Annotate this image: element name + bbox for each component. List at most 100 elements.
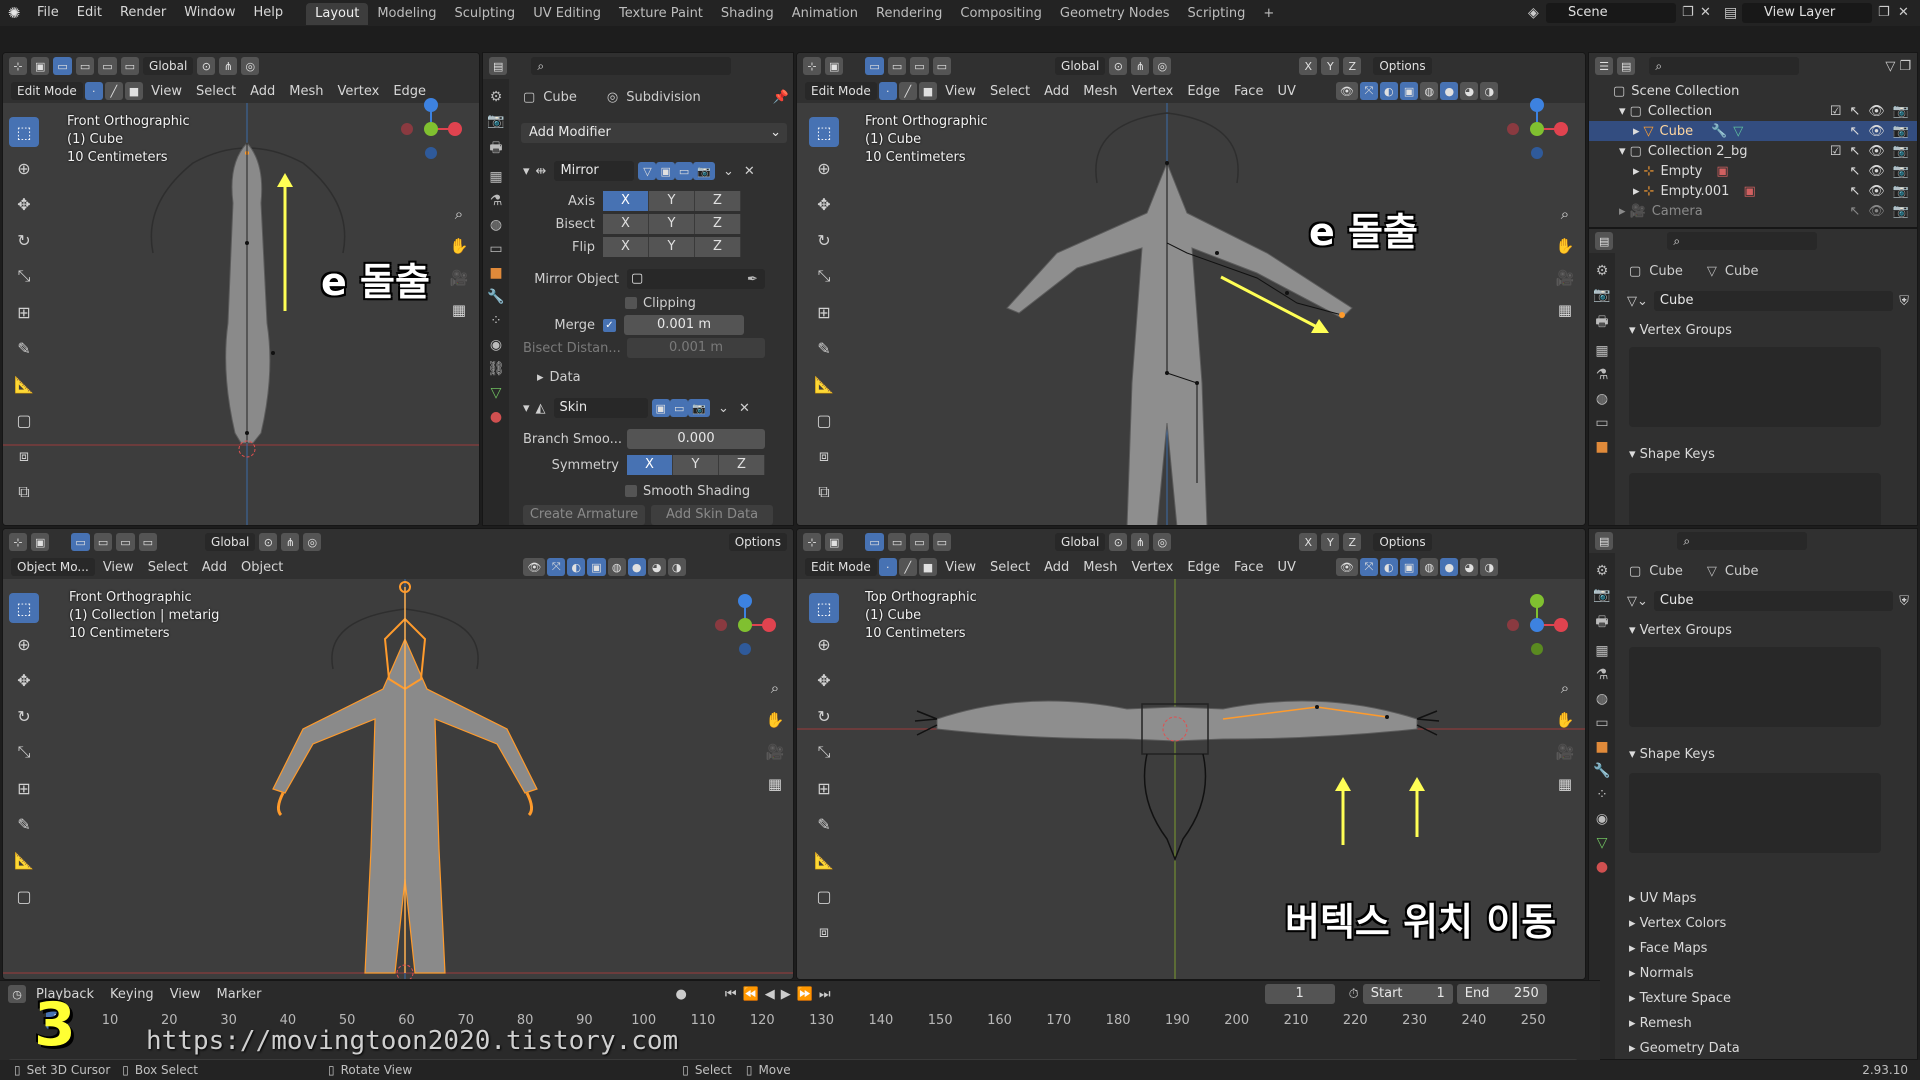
snap-icon[interactable]: ⋔ [219, 57, 238, 75]
particles-tab-icon[interactable]: ⁘ [1596, 787, 1608, 803]
transform-tool-icon[interactable]: ⊞ [9, 773, 39, 803]
snap-icon[interactable]: ⋔ [1131, 57, 1150, 75]
world-tab-icon[interactable]: ◍ [490, 217, 502, 233]
shape-keys-header[interactable]: ▾ Shape Keys [1629, 447, 1715, 462]
world-tab-icon[interactable]: ◍ [1596, 691, 1608, 707]
bisect-x-toggle[interactable]: X [603, 214, 649, 234]
expand-icon[interactable]: ▸ [1619, 204, 1626, 219]
close-icon[interactable]: ✕ [744, 164, 755, 179]
bisect-y-toggle[interactable]: Y [649, 214, 695, 234]
add-modifier-dropdown[interactable]: Add Modifier ⌄ [521, 123, 787, 143]
add-cube-tool-icon[interactable]: ▢ [809, 881, 839, 911]
collection-tab-icon[interactable]: ▭ [1595, 715, 1608, 731]
viewport-toggle-icon[interactable]: ▭ [674, 162, 694, 180]
properties-editor-icon[interactable]: ▤ [1595, 532, 1614, 550]
select-arrow-icon[interactable]: ↖ [1849, 124, 1860, 139]
measure-tool-icon[interactable]: 📐 [9, 845, 39, 875]
view-layer-tab-icon[interactable]: ▦ [1595, 343, 1608, 359]
tab-geometry-nodes[interactable]: Geometry Nodes [1051, 3, 1179, 25]
symmetry-y-toggle[interactable]: Y [673, 455, 719, 475]
select-tool-icon[interactable]: ⬚ [809, 117, 839, 147]
pan-hand-icon[interactable]: ✋ [764, 709, 786, 731]
world-tab-icon[interactable]: ◍ [1596, 391, 1608, 407]
options-dropdown[interactable]: Options [1373, 57, 1432, 75]
tab-uv-editing[interactable]: UV Editing [524, 3, 610, 25]
physics-tab-icon[interactable]: ◉ [1596, 811, 1608, 827]
mirror-name-field[interactable]: Mirror [554, 161, 635, 181]
clipping-checkbox[interactable] [625, 297, 637, 309]
menu-face[interactable]: Face [1228, 560, 1269, 575]
tab-layout[interactable]: Layout [306, 3, 369, 25]
remesh-section[interactable]: ▸ Remesh [1629, 1016, 1692, 1031]
vertex-groups-list[interactable] [1629, 647, 1881, 727]
edge-select-icon[interactable]: ╱ [104, 82, 123, 100]
wireframe-shading-icon[interactable]: ◍ [1420, 82, 1439, 100]
mirror-z-toggle[interactable]: Z [1343, 533, 1362, 551]
proportional-edit-icon[interactable]: ◎ [1153, 57, 1172, 75]
select-arrow-icon[interactable]: ↖ [1849, 204, 1860, 219]
pin-icon[interactable]: 📌 [773, 90, 789, 105]
normals-section[interactable]: ▸ Normals [1629, 966, 1693, 981]
expand-icon[interactable]: ▸ [1633, 124, 1640, 139]
object-tab-icon[interactable]: ■ [1595, 739, 1608, 755]
material-tab-icon[interactable]: ● [1596, 859, 1608, 875]
material-shading-icon[interactable]: ◕ [1460, 558, 1479, 576]
tab-shading[interactable]: Shading [712, 3, 783, 25]
scene-tab-icon[interactable]: ⚗ [1596, 367, 1609, 383]
add-cube-tool-icon[interactable]: ▢ [9, 881, 39, 911]
outliner-row-cube[interactable]: ▸ ▽ Cube 🔧 ▽ ↖ 👁 📷 [1589, 121, 1917, 141]
view-layer-tab-icon[interactable]: ▦ [489, 169, 502, 185]
collapse-icon[interactable]: ▾ [523, 164, 530, 179]
select-subtract-icon[interactable]: ▭ [910, 57, 929, 75]
ortho-grid-icon[interactable]: ▦ [448, 299, 470, 321]
outliner-row-empty-001[interactable]: ▸ ⊹ Empty.001 ▣ ↖ 👁 📷 [1589, 181, 1917, 201]
face-select-icon[interactable]: ■ [124, 82, 144, 100]
move-tool-icon[interactable]: ✥ [809, 189, 839, 219]
menu-select[interactable]: Select [190, 84, 242, 99]
axis-z-toggle[interactable]: Z [695, 191, 741, 211]
checkbox-icon[interactable]: ☑ [1830, 144, 1842, 159]
mesh-name-field[interactable]: Cube [1653, 591, 1894, 611]
new-scene-icon[interactable]: ❐ [1682, 5, 1694, 20]
mirror-x-toggle[interactable]: X [1299, 57, 1318, 75]
edge-select-icon[interactable]: ╱ [898, 558, 917, 576]
menu-add[interactable]: Add [1038, 84, 1075, 99]
delete-view-layer-icon[interactable]: ✕ [1898, 5, 1909, 20]
cursor-tool-icon[interactable]: ⊕ [9, 153, 39, 183]
transform-tool-icon[interactable]: ⊞ [809, 297, 839, 327]
mirror-y-toggle[interactable]: Y [1321, 57, 1340, 75]
overlay-toggle-icon[interactable]: ◐ [1379, 82, 1398, 100]
camera-icon[interactable]: 📷 [1893, 164, 1909, 179]
eye-icon[interactable]: 👁 [1868, 164, 1885, 179]
create-armature-button[interactable]: Create Armature [523, 505, 645, 525]
eye-icon[interactable]: 👁 [1868, 144, 1885, 159]
vertex-groups-header[interactable]: ▾ Vertex Groups [1629, 623, 1732, 638]
rendered-shading-icon[interactable]: ◑ [1480, 558, 1499, 576]
select-invert-icon[interactable]: ▭ [120, 57, 140, 75]
edge-select-icon[interactable]: ╱ [898, 82, 917, 100]
inset-tool-icon[interactable]: ⧉ [9, 477, 39, 507]
properties-search[interactable]: ⌕ [1667, 232, 1818, 250]
mesh-name-field[interactable]: Cube [1653, 291, 1894, 311]
mirror-y-toggle[interactable]: Y [1321, 533, 1340, 551]
select-arrow-icon[interactable]: ↖ [1849, 184, 1860, 199]
bisect-distance-field[interactable]: 0.001 m [627, 338, 765, 358]
face-select-icon[interactable]: ■ [918, 82, 938, 100]
outliner-row-scene-collection[interactable]: ▢ Scene Collection [1589, 81, 1917, 101]
scale-tool-icon[interactable]: ⤡ [809, 261, 839, 291]
menu-vertex[interactable]: Vertex [332, 84, 386, 99]
tab-compositing[interactable]: Compositing [951, 3, 1051, 25]
select-subtract-icon[interactable]: ▭ [98, 57, 117, 75]
outliner-row-collection[interactable]: ▾ ▢ Collection ☑ ↖ 👁 📷 [1589, 101, 1917, 121]
object-tab-icon[interactable]: ■ [1595, 439, 1608, 455]
chevron-down-icon[interactable]: ⌄ [718, 401, 729, 416]
menu-uv[interactable]: UV [1271, 560, 1301, 575]
zoom-icon[interactable]: ⌕ [1554, 203, 1576, 225]
select-mode-icon[interactable]: ▣ [31, 57, 50, 75]
material-shading-icon[interactable]: ◕ [1460, 82, 1479, 100]
eye-icon[interactable]: 👁 [1868, 184, 1885, 199]
axis-x-toggle[interactable]: X [603, 191, 649, 211]
navigation-gizmo[interactable] [1499, 585, 1579, 665]
mode-dropdown[interactable]: Edit Mode [805, 558, 877, 576]
shape-keys-header[interactable]: ▾ Shape Keys [1629, 747, 1715, 762]
